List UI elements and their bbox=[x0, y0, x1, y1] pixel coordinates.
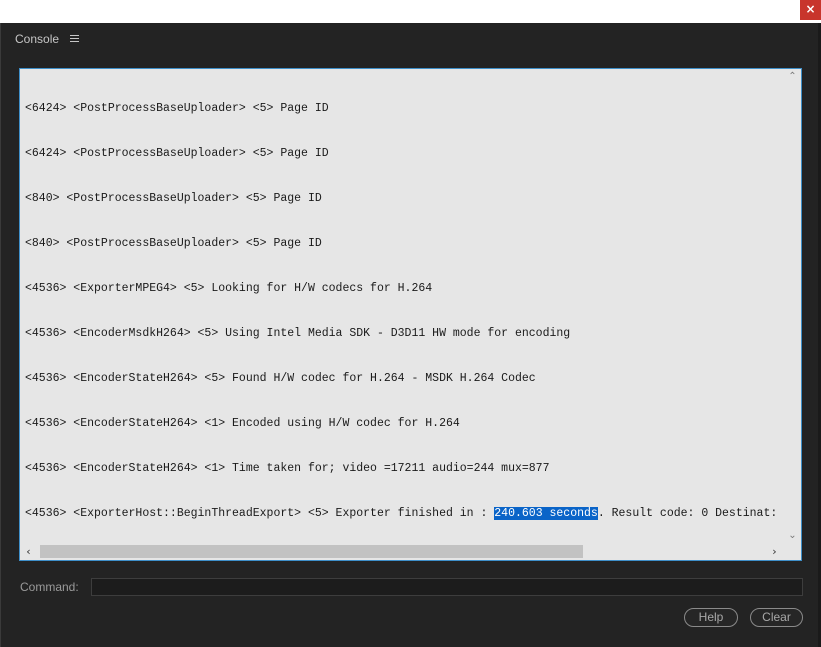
log-line: <6424> <PostProcessBaseUploader> <5> Pag… bbox=[25, 102, 329, 115]
log-text: . Result code: 0 Destinat: bbox=[597, 507, 778, 520]
log-line: <4536> <EncoderMsdkH264> <5> Using Intel… bbox=[25, 327, 571, 340]
scroll-up-icon[interactable]: ⌃ bbox=[784, 69, 801, 85]
command-input[interactable] bbox=[91, 578, 803, 596]
log-line: <4536> <EncoderStateH264> <1> Time taken… bbox=[25, 462, 550, 475]
log-line: <4536> <ExporterMPEG4> <5> Looking for H… bbox=[25, 282, 433, 295]
scroll-right-icon[interactable]: › bbox=[766, 543, 783, 560]
close-button[interactable]: × bbox=[800, 0, 821, 20]
panel-header: Console bbox=[15, 31, 80, 47]
log-line: <840> <PostProcessBaseUploader> <5> Page… bbox=[25, 192, 322, 205]
scroll-down-icon[interactable]: ⌄ bbox=[784, 528, 801, 544]
log-line: <6424> <PostProcessBaseUploader> <5> Pag… bbox=[25, 147, 329, 160]
log-line: <4536> <EncoderStateH264> <5> Found H/W … bbox=[25, 372, 536, 385]
window-titlebar: × bbox=[0, 0, 821, 24]
log-text: <4536> <ExporterHost::BeginThreadExport>… bbox=[25, 507, 495, 520]
vertical-scrollbar[interactable]: ⌃ ⌄ bbox=[784, 69, 801, 544]
log-line: <4536> <EncoderStateH264> <1> Encoded us… bbox=[25, 417, 460, 430]
command-label: Command: bbox=[20, 580, 79, 594]
scroll-left-icon[interactable]: ‹ bbox=[20, 543, 37, 560]
help-button[interactable]: Help bbox=[684, 608, 738, 627]
log-line: <840> <PostProcessBaseUploader> <5> Page… bbox=[25, 237, 322, 250]
selected-text[interactable]: 240.603 seconds bbox=[494, 507, 598, 520]
panel-title: Console bbox=[15, 32, 60, 46]
hamburger-menu-icon[interactable] bbox=[70, 31, 80, 47]
horizontal-scroll-thumb[interactable] bbox=[40, 545, 583, 558]
console-log-text: <6424> <PostProcessBaseUploader> <5> Pag… bbox=[25, 71, 785, 541]
clear-button[interactable]: Clear bbox=[750, 608, 803, 627]
log-line-last: <4536> <ExporterHost::BeginThreadExport>… bbox=[25, 506, 785, 521]
console-output[interactable]: <6424> <PostProcessBaseUploader> <5> Pag… bbox=[19, 68, 802, 561]
horizontal-scrollbar[interactable]: ‹ › bbox=[20, 543, 801, 560]
